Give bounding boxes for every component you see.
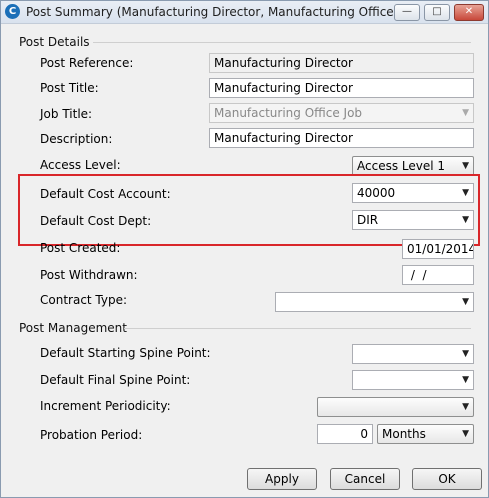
dropdown-arrow-icon: ▼ <box>462 375 469 385</box>
minimize-button[interactable]: — <box>394 4 420 21</box>
contract-type-label: Contract Type: <box>40 293 128 307</box>
job-title-label: Job Title: <box>40 107 93 121</box>
dropdown-arrow-icon: ▼ <box>462 108 469 118</box>
default-final-spine-point-label: Default Final Spine Point: <box>40 373 191 387</box>
post-details-section-label: Post Details <box>19 35 90 49</box>
increment-periodicity-label: Increment Periodicity: <box>40 399 171 413</box>
post-summary-window: C Post Summary (Manufacturing Director, … <box>0 0 489 498</box>
post-management-section-label: Post Management <box>19 321 127 335</box>
post-reference-field: Manufacturing Director <box>209 53 474 73</box>
dropdown-arrow-icon: ▼ <box>462 402 469 412</box>
description-input[interactable]: Manufacturing Director <box>209 128 474 148</box>
window-title: Post Summary (Manufacturing Director, Ma… <box>26 5 421 19</box>
probation-period-unit-select[interactable]: Months ▼ <box>377 424 474 444</box>
access-level-label: Access Level: <box>40 158 121 172</box>
dropdown-arrow-icon: ▼ <box>462 188 469 198</box>
job-title-select[interactable]: Manufacturing Office Job ▼ <box>209 103 474 123</box>
maximize-button[interactable]: □ <box>424 4 450 21</box>
ok-button[interactable]: OK <box>412 468 482 490</box>
title-bar[interactable]: C Post Summary (Manufacturing Director, … <box>1 1 488 24</box>
increment-periodicity-select[interactable]: ▼ <box>317 397 474 417</box>
post-withdrawn-label: Post Withdrawn: <box>40 268 138 282</box>
dropdown-arrow-icon: ▼ <box>462 349 469 359</box>
app-icon: C <box>5 4 20 19</box>
default-cost-account-value: 40000 <box>357 186 396 200</box>
default-cost-dept-value: DIR <box>357 213 379 227</box>
default-final-spine-point-select[interactable]: ▼ <box>352 370 474 390</box>
default-cost-account-select[interactable]: 40000 ▼ <box>352 183 474 203</box>
close-button[interactable]: ✕ <box>454 4 484 21</box>
apply-button[interactable]: Apply <box>247 468 317 490</box>
post-withdrawn-input[interactable]: / / <box>402 265 474 285</box>
probation-period-label: Probation Period: <box>40 428 143 442</box>
dropdown-arrow-icon: ▼ <box>462 429 469 439</box>
default-starting-spine-point-label: Default Starting Spine Point: <box>40 346 211 360</box>
default-cost-dept-select[interactable]: DIR ▼ <box>352 210 474 230</box>
access-level-select[interactable]: Access Level 1 ▼ <box>352 156 474 176</box>
default-cost-account-label: Default Cost Account: <box>40 187 171 201</box>
section-divider <box>124 328 471 329</box>
default-cost-dept-label: Default Cost Dept: <box>40 214 152 228</box>
default-starting-spine-point-select[interactable]: ▼ <box>352 344 474 364</box>
probation-period-input[interactable]: 0 <box>317 424 373 444</box>
dropdown-arrow-icon: ▼ <box>462 161 469 171</box>
dropdown-arrow-icon: ▼ <box>462 297 469 307</box>
dropdown-arrow-icon: ▼ <box>462 215 469 225</box>
post-title-label: Post Title: <box>40 81 99 95</box>
cancel-button[interactable]: Cancel <box>330 468 400 490</box>
post-created-label: Post Created: <box>40 241 121 255</box>
contract-type-select[interactable]: ▼ <box>275 292 474 312</box>
description-label: Description: <box>40 132 113 146</box>
post-created-input[interactable]: 01/01/2014 <box>402 239 474 259</box>
access-level-value: Access Level 1 <box>357 159 446 173</box>
probation-period-unit-value: Months <box>382 427 426 441</box>
job-title-value: Manufacturing Office Job <box>214 106 363 120</box>
section-divider <box>93 42 471 43</box>
post-reference-label: Post Reference: <box>40 56 134 70</box>
post-title-input[interactable]: Manufacturing Director <box>209 78 474 98</box>
